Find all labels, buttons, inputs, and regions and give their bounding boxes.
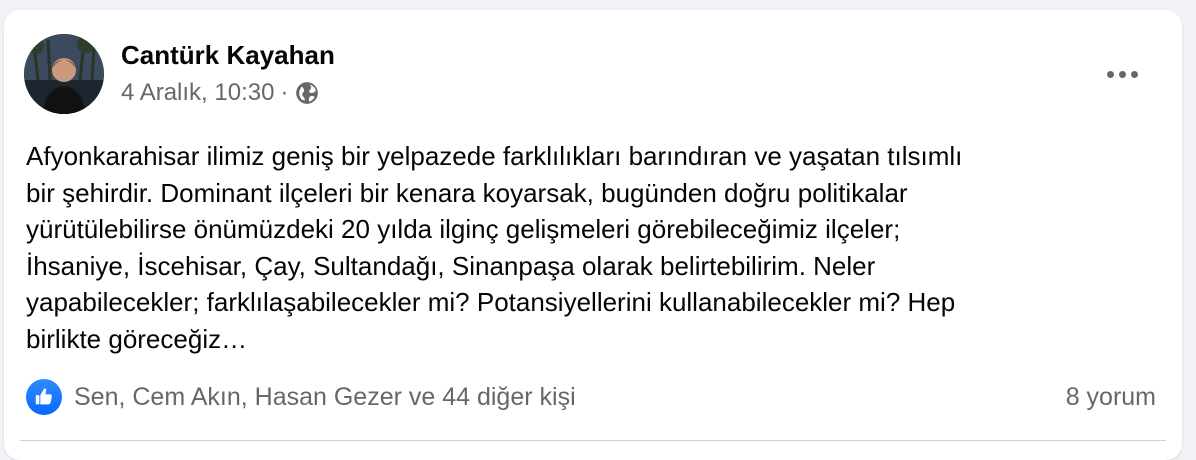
- post-timestamp[interactable]: 4 Aralık, 10:30: [121, 79, 274, 107]
- reactions-summary[interactable]: Sen, Cem Akın, Hasan Gezer ve 44 diğer k…: [26, 377, 576, 417]
- post-meta: 4 Aralık, 10:30 ·: [121, 78, 320, 108]
- post-text: Afyonkarahisar ilimiz geniş bir yelpazed…: [26, 141, 963, 354]
- more-options-button[interactable]: [1094, 54, 1150, 94]
- more-dot-icon: [1130, 70, 1138, 78]
- globe-icon[interactable]: [294, 80, 320, 106]
- more-dot-icon: [1106, 70, 1114, 78]
- more-dot-icon: [1118, 70, 1126, 78]
- post-card: Cantürk Kayahan 4 Aralık, 10:30 · Afyonk…: [4, 10, 1182, 460]
- avatar[interactable]: [24, 34, 104, 114]
- meta-separator: ·: [280, 79, 289, 106]
- like-icon: [26, 379, 62, 415]
- reaction-names: Sen, Cem Akın, Hasan Gezer ve 44 diğer k…: [74, 382, 576, 411]
- comments-count[interactable]: 8 yorum: [1066, 379, 1156, 415]
- avatar-photo: [24, 34, 104, 114]
- divider: [20, 440, 1166, 441]
- author-name[interactable]: Cantürk Kayahan: [121, 40, 335, 71]
